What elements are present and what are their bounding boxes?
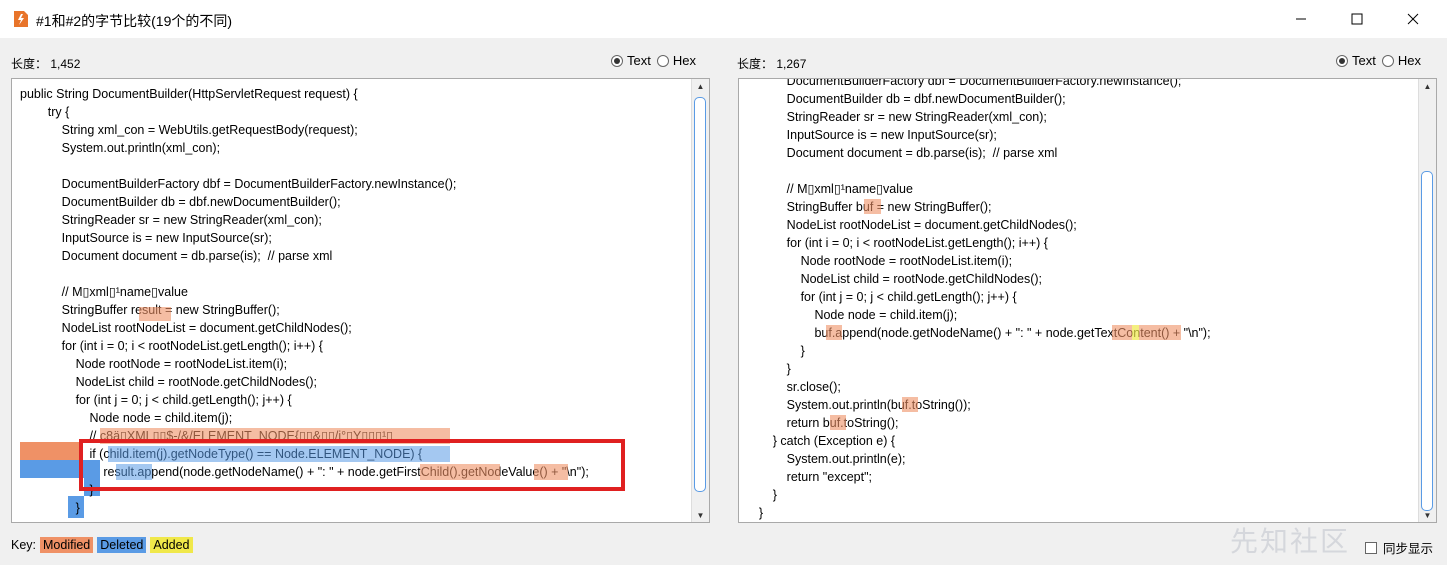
code-line: NodeList rootNodeList = document.getChil… (745, 218, 1077, 232)
code-line: NodeList rootNodeList = document.getChil… (20, 321, 352, 335)
right-scrollbar[interactable]: ▲ ▼ (1418, 79, 1436, 522)
maximize-button[interactable] (1329, 0, 1385, 38)
left-length-label: 长度： 1,452 (11, 57, 81, 71)
right-radio-hex-label: Hex (1397, 53, 1421, 68)
close-icon (1407, 13, 1419, 25)
code-line: Node node = child.item(j); (20, 411, 233, 425)
minimize-icon (1296, 18, 1306, 20)
code-line: Node rootNode = rootNodeList.item(i); (745, 254, 1013, 268)
annotation-highlight-box (79, 439, 625, 491)
code-line: Document document = db.parse(is); // par… (20, 249, 333, 263)
code-line: NodeList child = rootNode.getChildNodes(… (20, 375, 318, 389)
right-scroll-thumb[interactable] (1421, 171, 1433, 511)
close-button[interactable] (1385, 0, 1441, 38)
left-scrollbar[interactable]: ▲ ▼ (691, 79, 709, 522)
code-line: return buf.toString(); (745, 416, 899, 430)
code-line: Document document = db.parse(is); // par… (745, 146, 1058, 160)
left-view-mode: Text Hex (611, 53, 696, 68)
code-line: DocumentBuilder db = dbf.newDocumentBuil… (20, 195, 341, 209)
watermark: 先知社区 (1230, 526, 1351, 557)
code-line: System.out.println(e); (745, 452, 906, 466)
highlight-modified (830, 415, 846, 430)
highlight-modified (902, 397, 918, 412)
code-line: for (int i = 0; i < rootNodeList.getLeng… (745, 236, 1048, 250)
key-deleted: Deleted (97, 537, 147, 553)
left-scroll-thumb[interactable] (694, 97, 706, 492)
code-line: StringReader sr = new StringReader(xml_c… (20, 213, 322, 227)
code-line: for (int j = 0; j < child.getLength(); j… (20, 393, 292, 407)
code-line: NodeList child = rootNode.getChildNodes(… (745, 272, 1043, 286)
code-line: try { (20, 105, 70, 119)
radio-unchecked-icon (656, 54, 669, 67)
code-line: System.out.println(buf.toString()); (745, 398, 971, 412)
left-pane-header: 长度： 1,452 Text Hex (11, 53, 711, 71)
code-line: DocumentBuilderFactory dbf = DocumentBui… (745, 79, 1182, 88)
code-line: } (745, 362, 791, 376)
highlight-modified (826, 325, 842, 340)
highlight-modified (1112, 325, 1132, 340)
code-line: // M▯xml▯¹name▯value (745, 182, 913, 196)
code-line: sr.close(); (745, 380, 841, 394)
maximize-icon (1351, 13, 1363, 25)
right-radio-hex[interactable]: Hex (1381, 53, 1421, 68)
highlight-modified (864, 199, 881, 214)
right-radio-text[interactable]: Text (1336, 53, 1376, 68)
code-line: InputSource is = new InputSource(sr); (20, 231, 272, 245)
right-radio-text-label: Text (1352, 53, 1376, 68)
title-bar: #1和#2的字节比较(19个的不同) (0, 0, 1447, 38)
scroll-up-arrow-icon[interactable]: ▲ (692, 79, 709, 93)
scroll-down-arrow-icon[interactable]: ▼ (1419, 508, 1436, 522)
right-pane-header: 长度： 1,267 Text Hex (737, 53, 1437, 71)
code-line: Node node = child.item(j); (745, 308, 958, 322)
radio-unchecked-icon (1381, 54, 1394, 67)
code-line: } (745, 488, 777, 502)
radio-checked-icon (611, 54, 623, 67)
code-line: } (20, 501, 80, 515)
code-line: } (745, 344, 805, 358)
code-line: System.out.println(xml_con); (20, 141, 221, 155)
code-line: DocumentBuilderFactory dbf = DocumentBui… (20, 177, 457, 191)
key-added: Added (150, 537, 193, 553)
code-line: public String DocumentBuilder(HttpServle… (20, 87, 358, 101)
code-line: } catch (Exception e) { (745, 434, 896, 448)
scroll-up-arrow-icon[interactable]: ▲ (1419, 79, 1436, 93)
highlight-modified (139, 307, 171, 321)
code-line: DocumentBuilder db = dbf.newDocumentBuil… (745, 92, 1066, 106)
code-line: for (int i = 0; i < rootNodeList.getLeng… (20, 339, 323, 353)
code-line: return "except"; (745, 470, 872, 484)
window-title: #1和#2的字节比较(19个的不同) (36, 13, 233, 29)
code-line: StringReader sr = new StringReader(xml_c… (745, 110, 1047, 124)
checkbox-unchecked-icon (1365, 541, 1377, 554)
code-line: // M▯xml▯¹name▯value (20, 285, 188, 299)
radio-checked-icon (1336, 54, 1348, 67)
sync-display-checkbox[interactable]: 同步显示 (1365, 538, 1433, 557)
right-view-mode: Text Hex (1336, 53, 1421, 68)
highlight-added (1132, 325, 1139, 340)
left-radio-text-label: Text (627, 53, 651, 68)
highlight-modified (1139, 325, 1181, 340)
code-line: InputSource is = new InputSource(sr); (745, 128, 997, 142)
scroll-down-arrow-icon[interactable]: ▼ (692, 508, 709, 522)
left-radio-hex-label: Hex (672, 53, 696, 68)
right-code-view[interactable]: DocumentBuilderFactory dbf = DocumentBui… (738, 78, 1437, 523)
code-line: } (745, 506, 764, 520)
minimize-button[interactable] (1273, 0, 1329, 38)
right-code-area: DocumentBuilderFactory dbf = DocumentBui… (739, 79, 1419, 522)
sync-display-label: 同步显示 (1383, 542, 1434, 556)
app-icon (12, 10, 30, 28)
left-radio-hex[interactable]: Hex (656, 53, 696, 68)
key-label: Key: (11, 538, 37, 552)
code-line: Node rootNode = rootNodeList.item(i); (20, 357, 288, 371)
left-radio-text[interactable]: Text (611, 53, 651, 68)
code-line: for (int j = 0; j < child.getLength(); j… (745, 290, 1017, 304)
code-line: String xml_con = WebUtils.getRequestBody… (20, 123, 358, 137)
key-modified: Modified (40, 537, 94, 553)
diff-key-legend: Key: Modified Deleted Added (11, 537, 193, 553)
right-length-label: 长度： 1,267 (737, 57, 807, 71)
